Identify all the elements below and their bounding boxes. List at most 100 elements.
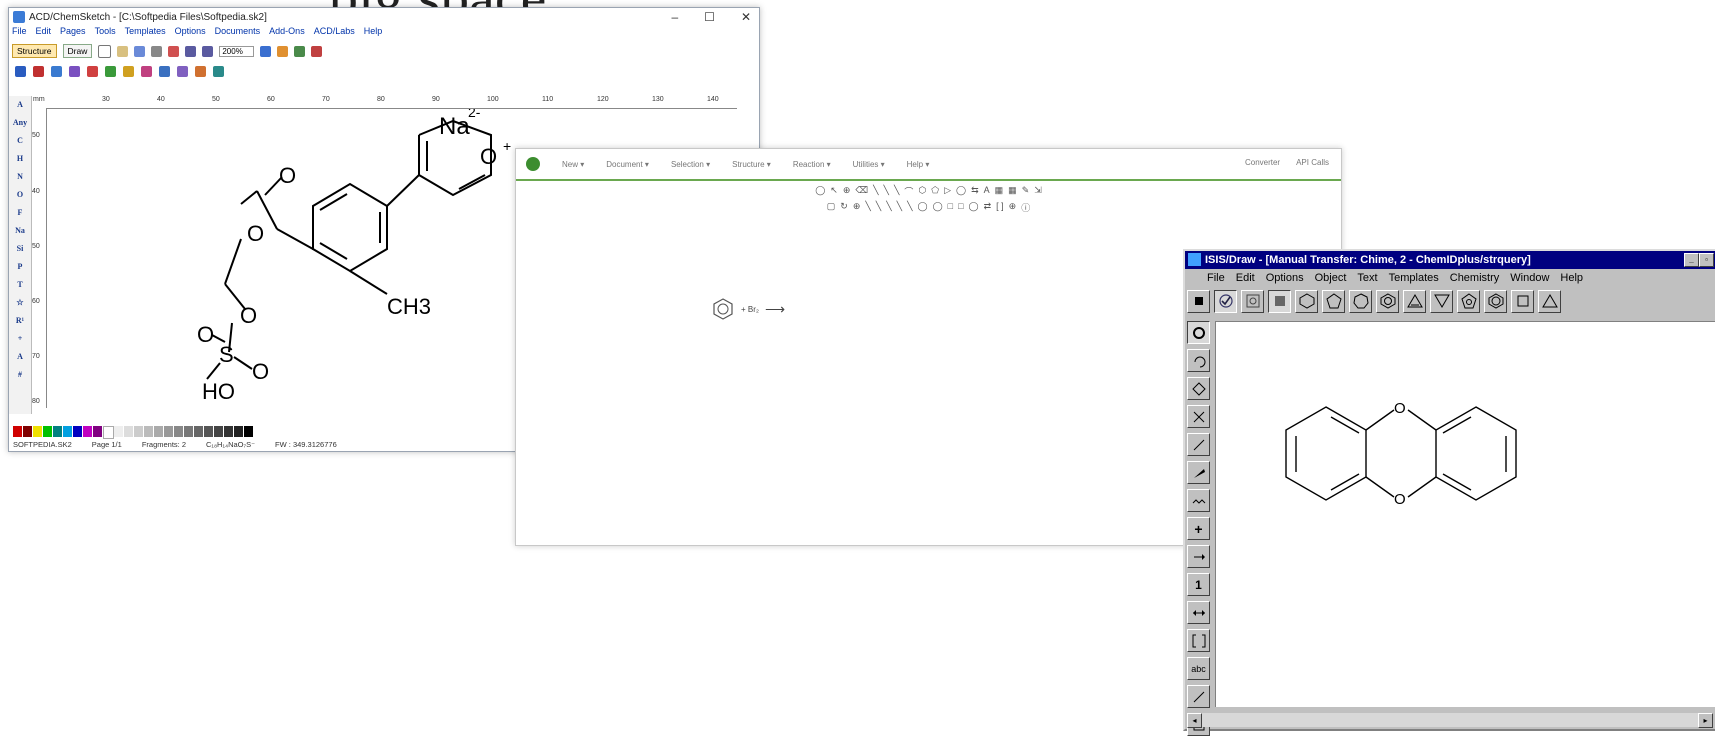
charge-icon[interactable]: [123, 65, 134, 77]
isis-menu-text[interactable]: Text: [1357, 272, 1377, 284]
arrow-tool-icon[interactable]: ⇄: [984, 201, 992, 214]
erase-tool-icon[interactable]: ⌫: [855, 185, 868, 198]
pyranose-icon[interactable]: [1457, 289, 1480, 313]
color-swatch[interactable]: [154, 426, 164, 437]
menu-acdlabs[interactable]: ACD/Labs: [314, 26, 355, 41]
bond-icon[interactable]: [51, 65, 62, 77]
ring-tool-icon[interactable]: ◯: [917, 201, 927, 214]
table-icon[interactable]: [259, 45, 271, 57]
zoom-select[interactable]: 200%: [219, 45, 254, 57]
single-bond-icon[interactable]: ╲: [884, 185, 889, 198]
color-swatch[interactable]: [214, 426, 224, 437]
table-tool-icon[interactable]: ▦: [995, 185, 1004, 198]
templates-icon[interactable]: [276, 45, 288, 57]
tool-nitrogen[interactable]: N: [9, 168, 31, 186]
calc-icon[interactable]: [213, 65, 224, 77]
tool-fluorine[interactable]: F: [9, 204, 31, 222]
tool-number[interactable]: #: [9, 366, 31, 384]
color-swatch[interactable]: [224, 426, 234, 437]
nav-new[interactable]: New ▾: [562, 160, 584, 169]
tool-a-label[interactable]: A: [9, 348, 31, 366]
furanose-icon[interactable]: [1484, 289, 1507, 313]
scroll-left-button[interactable]: ◂: [1187, 713, 1202, 728]
cycloheptane-icon[interactable]: [1349, 289, 1372, 313]
square-ring-icon[interactable]: [1511, 289, 1534, 313]
menu-options[interactable]: Options: [175, 26, 206, 41]
color-swatch[interactable]: [204, 426, 214, 437]
tool-star[interactable]: ☆: [9, 294, 31, 312]
isis-menu-options[interactable]: Options: [1266, 272, 1304, 284]
scroll-right-button[interactable]: ▸: [1698, 713, 1713, 728]
bracket-tool-icon[interactable]: [ ]: [996, 201, 1004, 214]
tool-text[interactable]: T: [9, 276, 31, 294]
3d-icon[interactable]: [293, 45, 305, 57]
tool-carbon[interactable]: C: [9, 132, 31, 150]
isis-menu-window[interactable]: Window: [1510, 272, 1549, 284]
color-swatch[interactable]: [53, 426, 63, 437]
bond-tool-icon[interactable]: ╲: [876, 201, 881, 214]
close-doc-icon[interactable]: [310, 45, 322, 57]
color-swatch[interactable]: [93, 426, 103, 437]
color-swatch[interactable]: [184, 426, 194, 437]
single-bond-icon[interactable]: ╲: [894, 185, 899, 198]
info-tool-icon[interactable]: ⓘ: [1021, 201, 1030, 214]
new-icon[interactable]: [98, 44, 112, 58]
menu-file[interactable]: File: [12, 26, 27, 41]
color-swatch[interactable]: [164, 426, 174, 437]
rotate-icon[interactable]: [177, 65, 188, 77]
menu-templates[interactable]: Templates: [125, 26, 166, 41]
cyclopropane-icon[interactable]: [1268, 289, 1291, 313]
ring-tool-icon[interactable]: □: [958, 201, 963, 214]
arrow-icon[interactable]: [1187, 545, 1210, 568]
ring-tool-icon[interactable]: ⬡: [918, 185, 926, 198]
menu-tools[interactable]: Tools: [95, 26, 116, 41]
isis-minimize-button[interactable]: _: [1684, 253, 1699, 267]
isis-horizontal-scrollbar[interactable]: ◂ ▸: [1187, 713, 1713, 728]
ring-tool-icon[interactable]: ◯: [969, 201, 979, 214]
bracket-icon[interactable]: [1187, 629, 1210, 652]
close-button[interactable]: ✕: [741, 10, 751, 24]
chain-tool-icon[interactable]: ⌒: [904, 185, 913, 198]
ring-icon[interactable]: [105, 65, 116, 77]
eraser-icon[interactable]: [1187, 377, 1210, 400]
zoom-out-icon[interactable]: [202, 45, 214, 57]
nav-api-calls[interactable]: API Calls: [1296, 158, 1329, 167]
tool-oxygen[interactable]: O: [9, 186, 31, 204]
ring-tool-icon[interactable]: ⬠: [931, 185, 939, 198]
text-tool-icon[interactable]: A: [984, 185, 990, 198]
color-swatch[interactable]: [73, 426, 83, 437]
wedge-bond-icon[interactable]: [1187, 461, 1210, 484]
ring-tool-icon[interactable]: ▷: [944, 185, 951, 198]
maximize-button[interactable]: ☐: [704, 10, 715, 24]
color-swatch[interactable]: [114, 426, 124, 437]
nav-converter[interactable]: Converter: [1245, 158, 1280, 167]
tool-r-group[interactable]: R¹: [9, 312, 31, 330]
isis-menu-help[interactable]: Help: [1560, 272, 1583, 284]
color-swatch[interactable]: [63, 426, 73, 437]
isis-menu-object[interactable]: Object: [1315, 272, 1347, 284]
nav-document[interactable]: Document ▾: [606, 160, 649, 169]
color-swatch[interactable]: [174, 426, 184, 437]
arrow-tool-icon[interactable]: [141, 65, 152, 77]
save-icon[interactable]: [134, 45, 146, 57]
text-tool-icon[interactable]: abc: [1187, 657, 1210, 680]
color-swatch[interactable]: [124, 426, 134, 437]
plus-icon[interactable]: +: [1187, 517, 1210, 540]
cyclopentane-icon[interactable]: [1322, 289, 1345, 313]
template-tool-icon[interactable]: [1241, 289, 1264, 313]
menu-edit[interactable]: Edit: [36, 26, 52, 41]
color-swatch[interactable]: [13, 426, 23, 437]
tool-plus[interactable]: +: [9, 330, 31, 348]
tool-hydrogen[interactable]: H: [9, 150, 31, 168]
color-swatch[interactable]: [194, 426, 204, 437]
zoom-tool-icon[interactable]: ⊕: [843, 185, 851, 198]
zoom-in-icon[interactable]: [185, 45, 197, 57]
menu-help[interactable]: Help: [364, 26, 383, 41]
bond-tool-icon[interactable]: ╲: [865, 201, 870, 214]
nav-utilities[interactable]: Utilities ▾: [853, 160, 885, 169]
flip-icon[interactable]: [195, 65, 206, 77]
draw-tab[interactable]: Draw: [62, 44, 93, 58]
check-tool-icon[interactable]: [1214, 289, 1237, 313]
menu-documents[interactable]: Documents: [215, 26, 261, 41]
charge-tool-icon[interactable]: ⊕: [1009, 201, 1017, 214]
